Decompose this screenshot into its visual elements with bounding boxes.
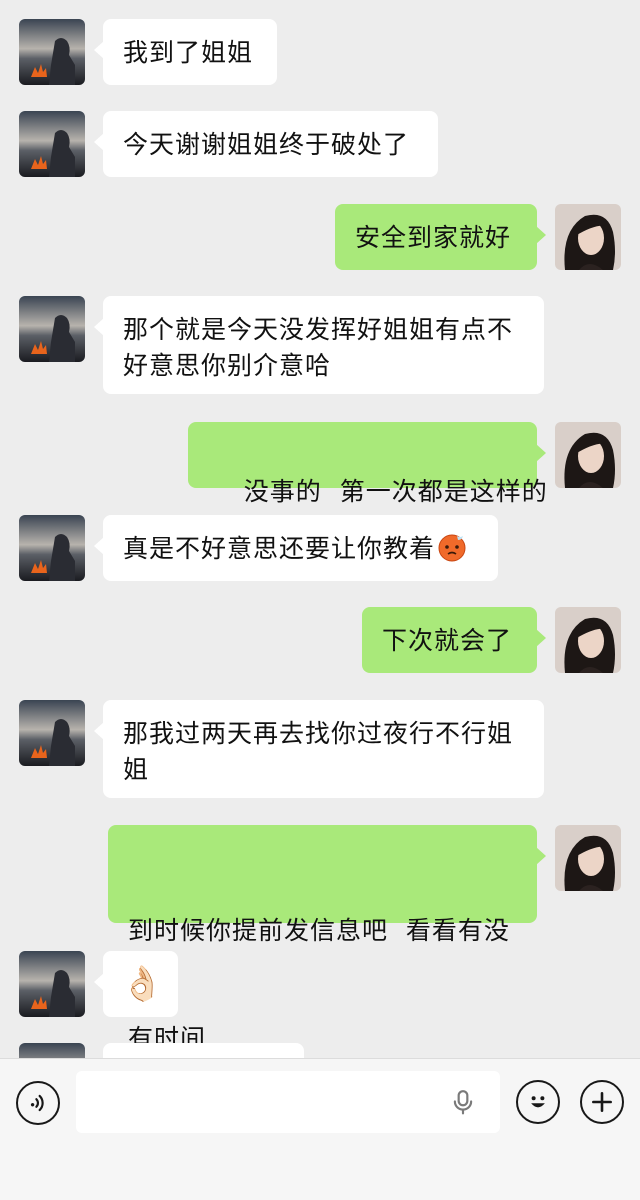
message-text-line: 那我过两天再去找你过夜行不行姐: [123, 719, 514, 748]
my-avatar[interactable]: [555, 204, 621, 270]
ok-hand-emoji: 👌🏻: [121, 964, 165, 1004]
message-text: 安全到家就好: [355, 223, 512, 252]
my-avatar-image: [555, 825, 621, 891]
message-text-line: 到时候你提前发信息吧 看看有没: [128, 916, 510, 945]
message-input[interactable]: [76, 1071, 500, 1133]
contact-avatar[interactable]: [19, 296, 85, 362]
plus-icon: [592, 1092, 612, 1112]
message-text: 真是不好意思还要让你教着: [123, 534, 436, 563]
contact-avatar[interactable]: [19, 700, 85, 766]
my-avatar[interactable]: [555, 422, 621, 488]
microphone-icon[interactable]: [450, 1087, 476, 1117]
my-avatar-image: [555, 607, 621, 673]
message-text: 我到了姐姐: [123, 38, 254, 67]
contact-avatar[interactable]: [19, 951, 85, 1017]
emoji-button[interactable]: [516, 1080, 560, 1124]
contact-avatar-image: [19, 19, 85, 85]
my-avatar-image: [555, 204, 621, 270]
my-avatar[interactable]: [555, 607, 621, 673]
contact-avatar[interactable]: [19, 1043, 85, 1058]
composer-bar: [0, 1058, 640, 1200]
message-bubble-incoming[interactable]: 那我过两天再去找你过夜行不行姐 姐: [94, 700, 544, 798]
message-bubble-incoming[interactable]: 今天谢谢姐姐终于破处了: [94, 111, 438, 177]
contact-avatar[interactable]: [19, 515, 85, 581]
contact-avatar-image: [19, 1043, 85, 1058]
contact-avatar-image: [19, 111, 85, 177]
message-text: 今天谢谢姐姐终于破处了: [123, 130, 410, 159]
message-text-line: 那个就是今天没发挥好姐姐有点不: [123, 315, 514, 344]
blushing-face-emoji-icon: [437, 532, 467, 562]
contact-avatar-image: [19, 951, 85, 1017]
emoji-icon: [531, 1096, 545, 1108]
message-bubble-incoming[interactable]: 我到了姐姐: [94, 19, 277, 85]
message-bubble-incoming[interactable]: 那个就是今天没发挥好姐姐有点不 好意思你别介意哈: [94, 296, 544, 394]
my-avatar-image: [555, 422, 621, 488]
message-text-line: 好意思你别介意哈: [123, 351, 332, 380]
message-bubble-outgoing[interactable]: 到时候你提前发信息吧 看看有没 有时间: [108, 825, 546, 1053]
chat-area[interactable]: 我到了姐姐 今天谢谢姐姐终于破处了 安全到家就好 那个就是今天没发挥好姐姐有点不…: [0, 0, 640, 1058]
message-bubble-incoming[interactable]: 👌🏻: [94, 951, 178, 1017]
contact-avatar[interactable]: [19, 19, 85, 85]
contact-avatar[interactable]: [19, 111, 85, 177]
contact-avatar-image: [19, 296, 85, 362]
voice-icon: [30, 1094, 44, 1112]
voice-toggle-button[interactable]: [16, 1081, 60, 1125]
contact-avatar-image: [19, 515, 85, 581]
message-bubble-outgoing[interactable]: 下次就会了: [362, 607, 546, 673]
message-bubble-incoming[interactable]: 真是不好意思还要让你教着: [94, 515, 498, 581]
message-bubble-incoming[interactable]: [103, 1043, 304, 1058]
my-avatar[interactable]: [555, 825, 621, 891]
message-bubble-outgoing[interactable]: 安全到家就好: [335, 204, 546, 270]
more-options-button[interactable]: [580, 1080, 624, 1124]
message-text-line: 姐: [123, 755, 150, 784]
message-text: 没事的 第一次都是这样的: [243, 477, 548, 506]
message-bubble-outgoing[interactable]: 没事的 第一次都是这样的: [188, 422, 547, 506]
contact-avatar-image: [19, 700, 85, 766]
message-text: 下次就会了: [382, 626, 513, 655]
